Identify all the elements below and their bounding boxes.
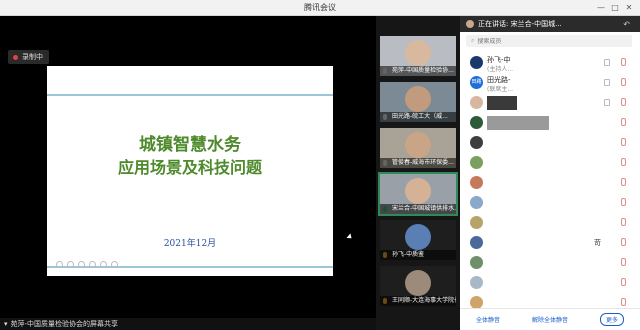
list-item[interactable]	[468, 194, 632, 212]
video-tile[interactable]: 王同顺-大连海事大学院长	[380, 266, 456, 306]
video-tile[interactable]: 田光路-皖工大（威...	[380, 82, 456, 122]
unmute-all-button[interactable]: 解除全体静音	[532, 315, 568, 324]
avatar	[405, 270, 431, 296]
avatar	[470, 216, 483, 229]
list-item[interactable]	[468, 94, 632, 112]
speaking-indicator: 正在讲话: 宋兰合-中国城... ↶	[460, 16, 640, 32]
member-panel-footer: 全体静音 解除全体静音 更多	[460, 308, 640, 330]
avatar	[470, 156, 483, 169]
camera-icon[interactable]	[604, 79, 610, 86]
member-panel: 正在讲话: 宋兰合-中国城... ↶ ⌕ 孙飞-中 (主持人... 田路 田光路…	[460, 16, 640, 330]
list-item[interactable]: 田路 田光路- (联席主...	[468, 74, 632, 93]
video-tiles: 苑萍-中国质量检验协... 田光路-皖工大（威... 管俊春-威海市环保委...…	[376, 16, 460, 330]
mute-all-button[interactable]: 全体静音	[476, 315, 500, 324]
more-options-icon[interactable]	[111, 261, 118, 268]
list-item[interactable]	[468, 254, 632, 272]
prev-slide-icon[interactable]	[56, 261, 63, 268]
mic-muted-icon[interactable]	[621, 238, 626, 246]
maximize-icon[interactable]: □	[610, 3, 620, 12]
list-item[interactable]	[468, 174, 632, 192]
avatar	[405, 224, 431, 250]
slides-icon[interactable]	[89, 261, 96, 268]
list-item[interactable]	[468, 274, 632, 292]
mic-muted-icon[interactable]	[621, 218, 626, 226]
slide-subtitle: 应用场景及科技问题	[117, 158, 262, 177]
video-tile[interactable]: 宋兰合-中国城镇供排水...	[378, 172, 458, 216]
zoom-icon[interactable]	[100, 261, 107, 268]
mic-muted-icon[interactable]	[621, 58, 626, 66]
tile-label: 田光路-皖工大（威...	[380, 112, 456, 122]
next-slide-icon[interactable]	[67, 261, 74, 268]
avatar	[405, 178, 431, 204]
list-item[interactable]	[468, 134, 632, 152]
avatar	[405, 132, 431, 158]
window-title: 腾讯会议	[304, 3, 336, 12]
tile-label: 王同顺-大连海事大学院长	[380, 296, 456, 306]
slide-divider	[47, 94, 333, 96]
avatar	[470, 116, 483, 129]
mic-muted-icon[interactable]	[621, 278, 626, 286]
more-button[interactable]: 更多	[599, 313, 624, 326]
member-note: 苛	[594, 239, 601, 247]
slideshow-toolbar	[56, 261, 118, 268]
avatar	[470, 56, 483, 69]
presentation-slide: 城镇智慧水务 应用场景及科技问题 2021年12月	[47, 66, 333, 276]
undo-icon[interactable]: ↶	[623, 20, 630, 29]
tile-label: 苑萍-中国质量检验协...	[380, 66, 456, 76]
avatar: 田路	[470, 76, 483, 89]
tile-label: 管俊春-威海市环保委...	[380, 158, 456, 168]
mic-muted-icon[interactable]	[621, 198, 626, 206]
mic-icon: ▾	[4, 320, 8, 328]
mic-muted-icon[interactable]	[621, 118, 626, 126]
list-item[interactable]	[468, 214, 632, 232]
video-tile[interactable]: 管俊春-威海市环保委...	[380, 128, 456, 168]
avatar	[405, 86, 431, 112]
record-dot-icon	[13, 54, 18, 60]
pen-icon[interactable]	[78, 261, 85, 268]
close-icon[interactable]: ✕	[624, 3, 634, 12]
avatar	[470, 96, 483, 109]
mic-muted-icon[interactable]	[621, 138, 626, 146]
video-tile[interactable]: 孙飞-中质鉴	[380, 220, 456, 260]
redacted-name	[487, 116, 549, 130]
minimize-icon[interactable]: —	[596, 3, 606, 12]
list-item[interactable]: 孙飞-中 (主持人...	[468, 54, 632, 73]
avatar	[405, 40, 431, 66]
recording-label: 录制中	[22, 53, 43, 61]
mic-muted-icon[interactable]	[621, 258, 626, 266]
avatar	[470, 276, 483, 289]
search-icon: ⌕	[471, 37, 475, 44]
tile-label: 孙飞-中质鉴	[380, 250, 456, 260]
list-item[interactable]	[468, 114, 632, 132]
title-bar: 腾讯会议 — □ ✕	[0, 0, 640, 16]
redacted-name	[487, 96, 517, 110]
screen-share-label: 苑萍-中国质量检验协会的屏幕共享	[10, 320, 119, 328]
list-item[interactable]: 苛	[468, 234, 632, 252]
avatar	[470, 176, 483, 189]
search-input[interactable]	[477, 37, 618, 45]
member-search[interactable]: ⌕	[466, 35, 632, 47]
mic-muted-icon[interactable]	[621, 158, 626, 166]
slide-date: 2021年12月	[163, 239, 217, 249]
mic-muted-icon[interactable]	[621, 78, 626, 86]
tile-label: 宋兰合-中国城镇供排水...	[380, 204, 456, 214]
mic-muted-icon[interactable]	[621, 298, 626, 306]
screen-share-bar: ▾ 苑萍-中国质量检验协会的屏幕共享	[0, 318, 376, 330]
speaking-label: 正在讲话: 宋兰合-中国城...	[478, 20, 562, 28]
recording-indicator[interactable]: 录制中	[8, 50, 49, 64]
avatar	[470, 136, 483, 149]
avatar	[470, 256, 483, 269]
video-tile[interactable]: 苑萍-中国质量检验协...	[380, 36, 456, 76]
list-item[interactable]	[468, 154, 632, 172]
avatar	[470, 196, 483, 209]
avatar	[470, 236, 483, 249]
mic-muted-icon[interactable]	[621, 98, 626, 106]
speaker-avatar	[466, 20, 474, 28]
member-role: (联席主...	[487, 86, 514, 93]
camera-icon[interactable]	[604, 99, 610, 106]
camera-icon[interactable]	[604, 59, 610, 66]
slide-title: 城镇智慧水务	[139, 135, 241, 155]
mic-muted-icon[interactable]	[621, 178, 626, 186]
member-role: (主持人...	[487, 66, 514, 73]
